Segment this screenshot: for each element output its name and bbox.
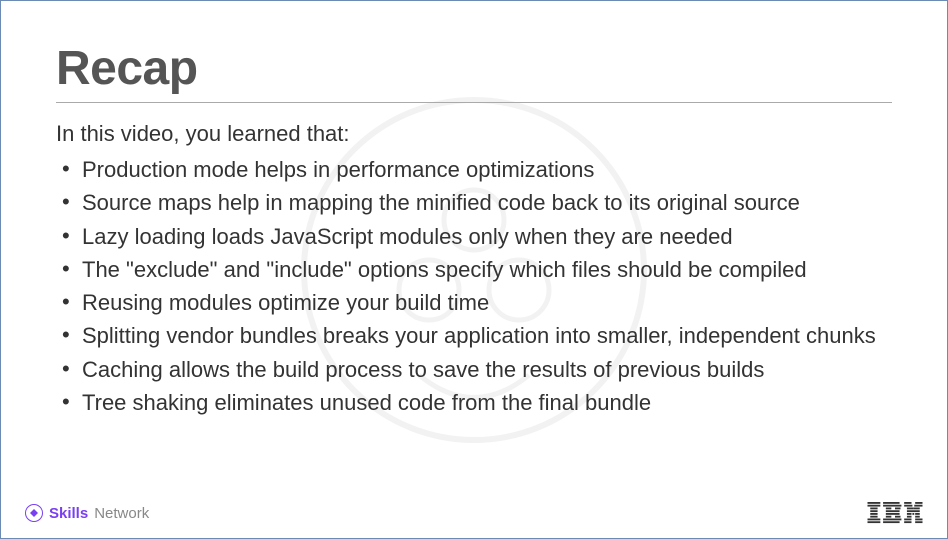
list-item: The "exclude" and "include" options spec… — [62, 253, 892, 286]
list-item: Production mode helps in performance opt… — [62, 153, 892, 186]
bullet-list: Production mode helps in performance opt… — [56, 153, 892, 419]
slide-content: Recap In this video, you learned that: P… — [1, 1, 947, 419]
list-item: Lazy loading loads JavaScript modules on… — [62, 220, 892, 253]
list-item: Tree shaking eliminates unused code from… — [62, 386, 892, 419]
slide-title: Recap — [56, 41, 892, 103]
intro-text: In this video, you learned that: — [56, 121, 892, 147]
ibm-logo-icon — [867, 502, 923, 524]
list-item: Source maps help in mapping the minified… — [62, 186, 892, 219]
brand-network-text: Network — [94, 505, 149, 522]
list-item: Caching allows the build process to save… — [62, 353, 892, 386]
brand-skills-text: Skills — [49, 505, 88, 522]
skills-network-brand: Skills Network — [25, 504, 149, 522]
list-item: Splitting vendor bundles breaks your app… — [62, 319, 892, 352]
list-item: Reusing modules optimize your build time — [62, 286, 892, 319]
skills-network-icon — [25, 504, 43, 522]
slide-footer: Skills Network — [1, 502, 947, 524]
